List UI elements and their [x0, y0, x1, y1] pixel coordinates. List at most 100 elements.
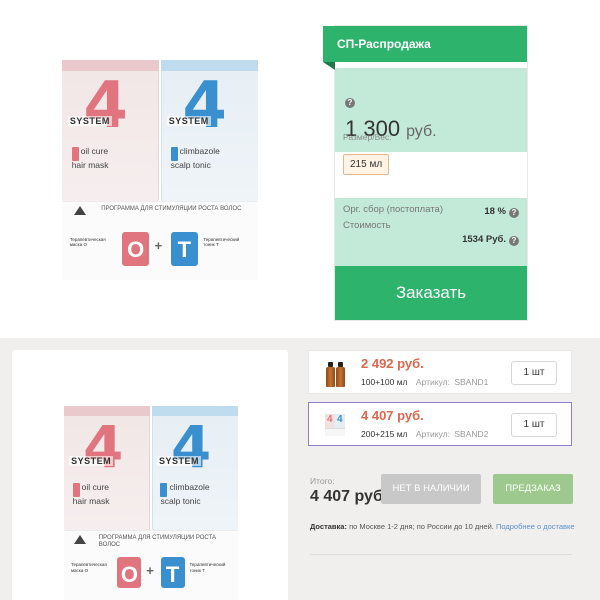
out-of-stock-button: НЕТ В НАЛИЧИИ [381, 474, 481, 504]
sale-ribbon: СП-Распродажа [323, 26, 527, 70]
cost-row: Стоимость 1534 Руб.? [343, 220, 519, 246]
mask-name: oil cure hair mask [71, 146, 109, 171]
bottle-icon [336, 362, 345, 387]
quantity-selector[interactable]: 1 шт [511, 413, 557, 437]
variant-option-sband2[interactable]: 4 407 руб. 200+215 мл Артикул: SBAND2 1 … [308, 402, 572, 446]
variant-article: SBAND2 [454, 429, 489, 439]
product-image[interactable]: 4 SYSTEM oil cure hair mask 4 SYSTEM cli… [62, 60, 258, 280]
cost-value: 1534 Руб. [462, 234, 506, 245]
package-thumbnail-icon [325, 414, 345, 436]
plus-icon-large: + [146, 562, 154, 578]
fee-label: Орг. сбор (постоплата) [343, 204, 443, 215]
mini-mask-box [325, 414, 335, 428]
cost-value-wrap: 1534 Руб.? [462, 234, 519, 246]
therapy-right-label-large: Терапевтический тоник Т [189, 562, 226, 573]
preorder-button[interactable]: ПРЕДЗАКАЗ [493, 474, 573, 504]
program-title: ПРОГРАММА ДЛЯ СТИМУЛЯЦИИ РОСТА ВОЛОС [101, 206, 242, 213]
cost-label: Стоимость [343, 220, 391, 231]
tonic-brand: SYSTEM [166, 116, 211, 127]
fee-value: 18 % [484, 206, 506, 217]
brand-logo-icon-large [74, 535, 87, 545]
price-card: СП-Распродажа ? 1 300 руб. Размер/Вес: 21… [323, 26, 527, 320]
cost-help-icon[interactable]: ? [509, 236, 519, 246]
tonic-name-large: climbazole scalp tonic [160, 481, 210, 506]
product-package: 4 SYSTEM oil cure hair mask 4 SYSTEM cli… [62, 60, 258, 280]
fee-row: Орг. сбор (постоплата) 18 %? [343, 204, 519, 218]
quantity-selector[interactable]: 1 шт [511, 361, 557, 385]
order-button[interactable]: Заказать [335, 266, 527, 320]
variant-price: 2 492 руб. [361, 356, 424, 371]
mask-name-line1: oil cure [80, 146, 109, 157]
mask-digit-large: 4 [82, 413, 124, 482]
therapy-right-label: Терапевтический тоник Т [203, 237, 240, 248]
price-currency: руб. [406, 123, 437, 140]
therapy-left-label: Терапевтическая маска О [69, 237, 106, 248]
variant-article-label: Артикул: [415, 377, 450, 387]
therapy-row-large: Терапевтическая маска О O + T Терапевтич… [70, 557, 231, 588]
mask-name-large-line1: oil cure [81, 481, 110, 492]
divider [310, 554, 572, 555]
bottom-section: 4 SYSTEM oil cure hair mask 4 SYSTEM cli… [0, 338, 600, 600]
mask-name-large: oil cure hair mask [72, 481, 110, 506]
program-band: ПРОГРАММА ДЛЯ СТИМУЛЯЦИИ РОСТА ВОЛОС Тер… [62, 200, 258, 280]
product-image-large[interactable]: 4 SYSTEM oil cure hair mask 4 SYSTEM cli… [64, 406, 238, 600]
delivery-details-link[interactable]: Подробнее о доставке [496, 522, 575, 531]
mask-name-large-line2: hair mask [72, 495, 110, 506]
price-help-icon[interactable]: ? [345, 98, 355, 108]
brand-logo-icon [73, 206, 86, 216]
mask-brand: SYSTEM [67, 116, 112, 127]
mask-box-large: 4 SYSTEM oil cure hair mask [64, 406, 151, 531]
mask-digit: 4 [83, 69, 128, 144]
ribbon-fold [323, 62, 335, 70]
variant-thumbnail-bottles [323, 359, 347, 387]
program-band-large: ПРОГРАММА ДЛЯ СТИМУЛЯЦИИ РОСТА ВОЛОС Тер… [64, 530, 238, 600]
tonic-name-large-line2: scalp tonic [160, 495, 201, 506]
mask-brand-large: SYSTEM [69, 455, 114, 466]
tonic-name: climbazole scalp tonic [170, 146, 220, 171]
variant-thumbnail-package [323, 411, 347, 439]
tonic-name-line2: scalp tonic [170, 160, 211, 171]
variant-article-label: Артикул: [415, 429, 450, 439]
variant-article: SBAND1 [454, 377, 489, 387]
delivery-text: по Москве 1-2 дня; по России до 10 дней. [349, 522, 494, 531]
mask-color-mark [71, 147, 79, 162]
mini-band [325, 428, 345, 436]
mini-tonic-box [335, 414, 345, 428]
tonic-digit: 4 [182, 69, 227, 144]
tonic-t-icon: T [170, 231, 198, 266]
therapy-left-label-large: Терапевтическая маска О [70, 562, 107, 573]
total-label: Итого: [310, 476, 335, 486]
size-label: Размер/Вес: [343, 132, 392, 142]
top-section: 4 SYSTEM oil cure hair mask 4 SYSTEM cli… [0, 0, 600, 338]
product-package-large: 4 SYSTEM oil cure hair mask 4 SYSTEM cli… [64, 406, 238, 600]
variant-meta: 200+215 мл Артикул: SBAND2 [361, 429, 488, 439]
mask-name-line2: hair mask [71, 160, 109, 171]
program-title-large: ПРОГРАММА ДЛЯ СТИМУЛЯЦИИ РОСТА ВОЛОС [98, 535, 217, 548]
page: 4 SYSTEM oil cure hair mask 4 SYSTEM cli… [0, 0, 600, 600]
tonic-name-large-line1: climbazole [169, 481, 210, 492]
fee-value-wrap: 18 %? [484, 206, 519, 218]
delivery-label: Доставка: [310, 522, 347, 531]
mask-o-icon-large: O [117, 557, 142, 588]
tonic-name-line1: climbazole [179, 146, 220, 157]
tonic-brand-large: SYSTEM [157, 455, 202, 466]
therapy-row: Терапевтическая маска О O + T Терапевтич… [69, 231, 250, 266]
variant-volume: 100+100 мл [361, 377, 408, 387]
tonic-t-icon-large: T [160, 557, 185, 588]
fee-box: Орг. сбор (постоплата) 18 %? Стоимость 1… [335, 198, 527, 266]
tonic-digit-large: 4 [170, 413, 212, 482]
mask-o-icon: O [122, 231, 150, 266]
product-photo-panel: 4 SYSTEM oil cure hair mask 4 SYSTEM cli… [12, 350, 288, 600]
plus-icon: + [154, 237, 163, 253]
bottle-icon [326, 362, 335, 387]
variant-option-sband1[interactable]: 2 492 руб. 100+100 мл Артикул: SBAND1 1 … [308, 350, 572, 394]
delivery-info: Доставка: по Москве 1-2 дня; по России д… [310, 522, 580, 531]
variant-price: 4 407 руб. [361, 408, 424, 423]
tonic-color-mark [170, 147, 178, 162]
fee-help-icon[interactable]: ? [509, 208, 519, 218]
size-option[interactable]: 215 мл [343, 154, 390, 175]
sale-ribbon-label: СП-Распродажа [337, 37, 431, 51]
variant-meta: 100+100 мл Артикул: SBAND1 [361, 377, 488, 387]
mask-box: 4 SYSTEM oil cure hair mask [62, 60, 160, 201]
total-value: 4 407 руб. [310, 488, 388, 505]
